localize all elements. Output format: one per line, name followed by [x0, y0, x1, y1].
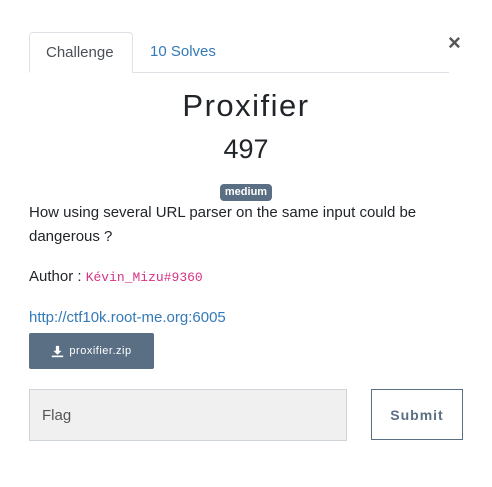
challenge-description: How using several URL parser on the same… — [29, 204, 417, 245]
author-label: Author : — [29, 268, 86, 285]
download-icon — [52, 345, 64, 357]
author-name: Kévin_Mizu#9360 — [85, 270, 203, 285]
challenge-title: Proxifier — [182, 88, 310, 123]
difficulty-badge-wrap: medium — [0, 182, 492, 201]
tab-challenge[interactable]: Challenge — [29, 32, 133, 73]
difficulty-badge: medium — [219, 184, 273, 201]
tab-bar: Challenge 10 Solves — [29, 32, 449, 73]
close-icon[interactable]: × — [448, 30, 461, 56]
flag-input[interactable] — [29, 389, 347, 441]
download-file-button[interactable]: proxifier.zip — [29, 333, 154, 369]
challenge-points: 497 — [223, 134, 269, 164]
tab-solves[interactable]: 10 Solves — [134, 32, 232, 72]
submit-button[interactable]: Submit — [371, 389, 463, 440]
author-line: Author : Kévin_Mizu#9360 — [29, 266, 203, 289]
download-file-label: proxifier.zip — [69, 345, 132, 357]
challenge-link[interactable]: http://ctf10k.root-me.org:6005 — [29, 307, 226, 329]
